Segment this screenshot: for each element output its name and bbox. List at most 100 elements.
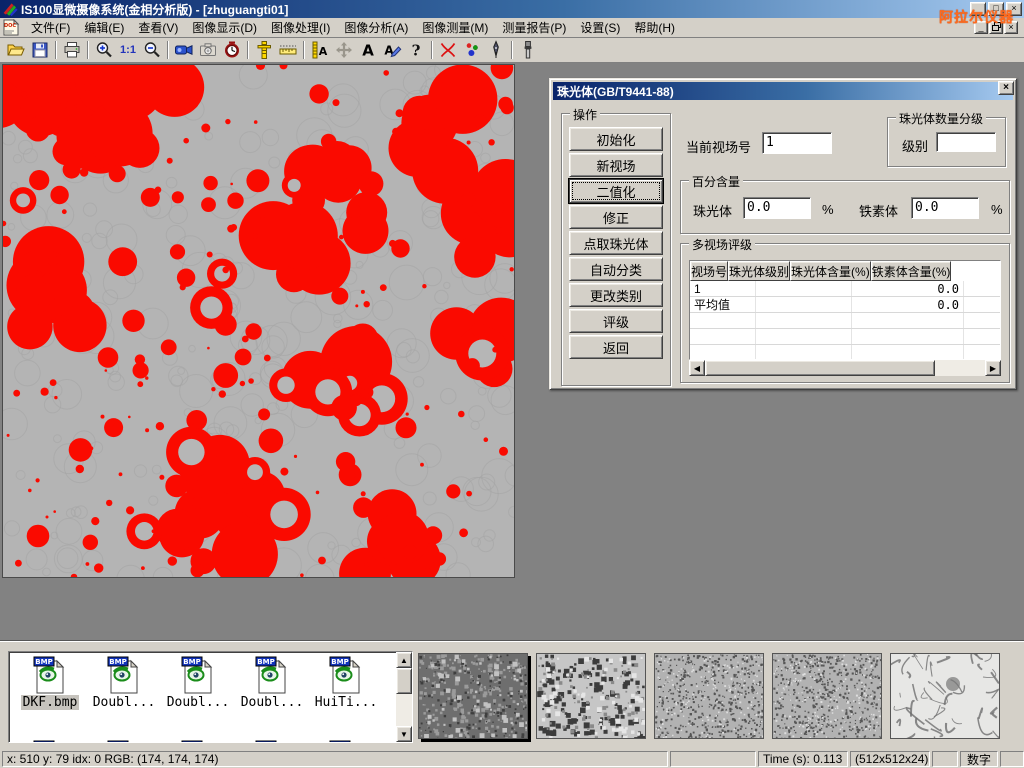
svg-text:?: ? [412, 42, 421, 60]
operation-button[interactable]: 评级 [569, 309, 663, 333]
menu-item[interactable]: 图像分析(A) [337, 17, 415, 38]
file-name: DKF.bmp [21, 695, 80, 710]
svg-text:BMP: BMP [183, 658, 200, 666]
status-spacer [932, 751, 958, 767]
file-list[interactable]: BMP DKF.bmp BMP Doubl... BMP Doubl... BM… [8, 651, 413, 743]
menu-item[interactable]: 文件(F) [24, 17, 77, 38]
bmp-file-icon: BMP [255, 656, 289, 694]
micrograph-thumbnail-5[interactable] [890, 653, 1000, 739]
annotate-tool-icon[interactable]: A [380, 39, 404, 61]
operation-button[interactable]: 修正 [569, 205, 663, 229]
file-name: HuiTi... [313, 695, 380, 710]
svg-text:BMP: BMP [109, 742, 126, 743]
ferrite-percent-input[interactable]: 0.0 [911, 197, 979, 219]
table-horizontal-scrollbar[interactable]: ◀ ▶ [689, 360, 1001, 376]
micrograph-thumbnail-2[interactable] [536, 653, 646, 739]
level-input[interactable] [936, 132, 996, 152]
pearlite-percent-input[interactable]: 0.0 [743, 197, 811, 219]
file-entry[interactable]: BMP Doubl... [161, 656, 235, 710]
bmp-file-icon: BMP [329, 656, 363, 694]
table-row[interactable]: 1 0.0 [690, 281, 1000, 297]
zoom-out-icon[interactable] [140, 39, 164, 61]
calibrate-icon[interactable]: A [308, 39, 332, 61]
menu-item[interactable]: 设置(S) [573, 17, 627, 38]
operation-button[interactable]: 点取珠光体 [569, 231, 663, 255]
menu-item[interactable]: 图像显示(D) [185, 17, 264, 38]
window-title: IS100显微摄像系统(金相分析版) - [zhuguangti01] [21, 1, 288, 18]
bottom-panel: BMP DKF.bmp BMP Doubl... BMP Doubl... BM… [0, 641, 1024, 748]
grading-group-label: 珠光体数量分级 [896, 110, 986, 127]
scroll-right-icon[interactable]: ▶ [985, 360, 1001, 376]
micrograph-thumbnail-3[interactable] [654, 653, 764, 739]
file-entry[interactable]: BMP Doubl... [235, 656, 309, 710]
operation-button[interactable]: 自动分类 [569, 257, 663, 281]
dialog-title: 珠光体(GB/T9441-88) [557, 83, 674, 100]
open-file-icon[interactable] [4, 39, 28, 61]
file-entry[interactable]: BMP Doubl... [87, 656, 161, 710]
toolbar-separator [87, 41, 89, 59]
dialog-close-icon[interactable]: × [998, 81, 1014, 95]
scrollbar-thumb[interactable] [396, 668, 412, 694]
svg-text:BMP: BMP [109, 658, 126, 666]
operation-button[interactable]: 更改类别 [569, 283, 663, 307]
help-icon[interactable]: ? [404, 39, 428, 61]
menu-item[interactable]: 图像处理(I) [264, 17, 337, 38]
micrograph-thumbnail-1[interactable] [418, 653, 528, 739]
table-header-cell[interactable]: 铁素体含量(%) [871, 261, 952, 281]
pen-tool-icon[interactable] [484, 39, 508, 61]
actual-size-button[interactable]: 1:1 [116, 39, 140, 61]
metallograph-image[interactable] [2, 64, 515, 578]
file-list-scrollbar[interactable]: ▲ ▼ [396, 652, 412, 742]
svg-text:BMP: BMP [331, 742, 348, 743]
table-row[interactable]: 平均值 0.0 [690, 297, 1000, 313]
table-header-cell[interactable]: 视场号 [690, 261, 728, 281]
rating-table[interactable]: 视场号珠光体级别珠光体含量(%)铁素体含量(%) 1 0.0 平均值 0.0 [689, 260, 1001, 360]
bmp-file-icon: BMP [329, 740, 363, 743]
operation-buttons: 初始化新视场二值化修正点取珠光体自动分类更改类别评级返回 [562, 114, 670, 359]
ruler-measure-icon[interactable] [276, 39, 300, 61]
scrollbar-thumb[interactable] [705, 360, 935, 376]
table-header-cell[interactable]: 珠光体含量(%) [790, 261, 871, 281]
bmp-file-icon: BMP [33, 656, 67, 694]
capture-camera-icon[interactable] [196, 39, 220, 61]
micrograph-thumbnail-4[interactable] [772, 653, 882, 739]
status-spacer [1000, 751, 1024, 767]
title-bar: IS100显微摄像系统(金相分析版) - [zhuguangti01] _ □ … [0, 0, 1024, 18]
multifield-group: 多视场评级 视场号珠光体级别珠光体含量(%)铁素体含量(%) 1 0.0 平均值 [680, 243, 1010, 383]
operation-button[interactable]: 新视场 [569, 153, 663, 177]
zoom-in-icon[interactable] [92, 39, 116, 61]
file-entry[interactable]: BMP HuiTi... [309, 656, 383, 710]
percent-group-label: 百分含量 [689, 173, 743, 190]
flashlight-tool-icon[interactable] [516, 39, 540, 61]
operation-button[interactable]: 返回 [569, 335, 663, 359]
dialog-title-bar[interactable]: 珠光体(GB/T9441-88) [553, 82, 1013, 100]
particle-analysis-icon[interactable] [460, 39, 484, 61]
save-icon[interactable] [28, 39, 52, 61]
scroll-up-icon[interactable]: ▲ [396, 652, 412, 668]
menu-item[interactable]: 查看(V) [131, 17, 185, 38]
operation-button[interactable]: 初始化 [569, 127, 663, 151]
menu-item[interactable]: 帮助(H) [627, 17, 682, 38]
caliper-measure-icon[interactable] [252, 39, 276, 61]
menu-item[interactable]: 图像测量(M) [415, 17, 495, 38]
timer-clock-icon[interactable] [220, 39, 244, 61]
current-field-input[interactable]: 1 [762, 132, 832, 154]
bmp-file-icon: BMP [107, 740, 141, 743]
toolbar-separator [511, 41, 513, 59]
ferrite-cell [964, 297, 1001, 312]
video-camera-icon[interactable] [172, 39, 196, 61]
operation-button[interactable]: 二值化 [569, 179, 663, 203]
menu-item[interactable]: 测量报告(P) [495, 17, 573, 38]
operation-group: 操作 初始化新视场二值化修正点取珠光体自动分类更改类别评级返回 [561, 113, 671, 386]
svg-text:A: A [362, 42, 374, 60]
scroll-down-icon[interactable]: ▼ [396, 726, 412, 742]
file-entry[interactable]: BMP DKF.bmp [13, 656, 87, 710]
move-tool-icon[interactable] [332, 39, 356, 61]
scroll-left-icon[interactable]: ◀ [689, 360, 705, 376]
print-icon[interactable] [60, 39, 84, 61]
text-tool-icon[interactable]: A [356, 39, 380, 61]
operation-group-label: 操作 [570, 106, 600, 123]
curve-tool-icon[interactable] [436, 39, 460, 61]
menu-item[interactable]: 编辑(E) [77, 17, 131, 38]
table-header-cell[interactable]: 珠光体级别 [728, 261, 790, 281]
